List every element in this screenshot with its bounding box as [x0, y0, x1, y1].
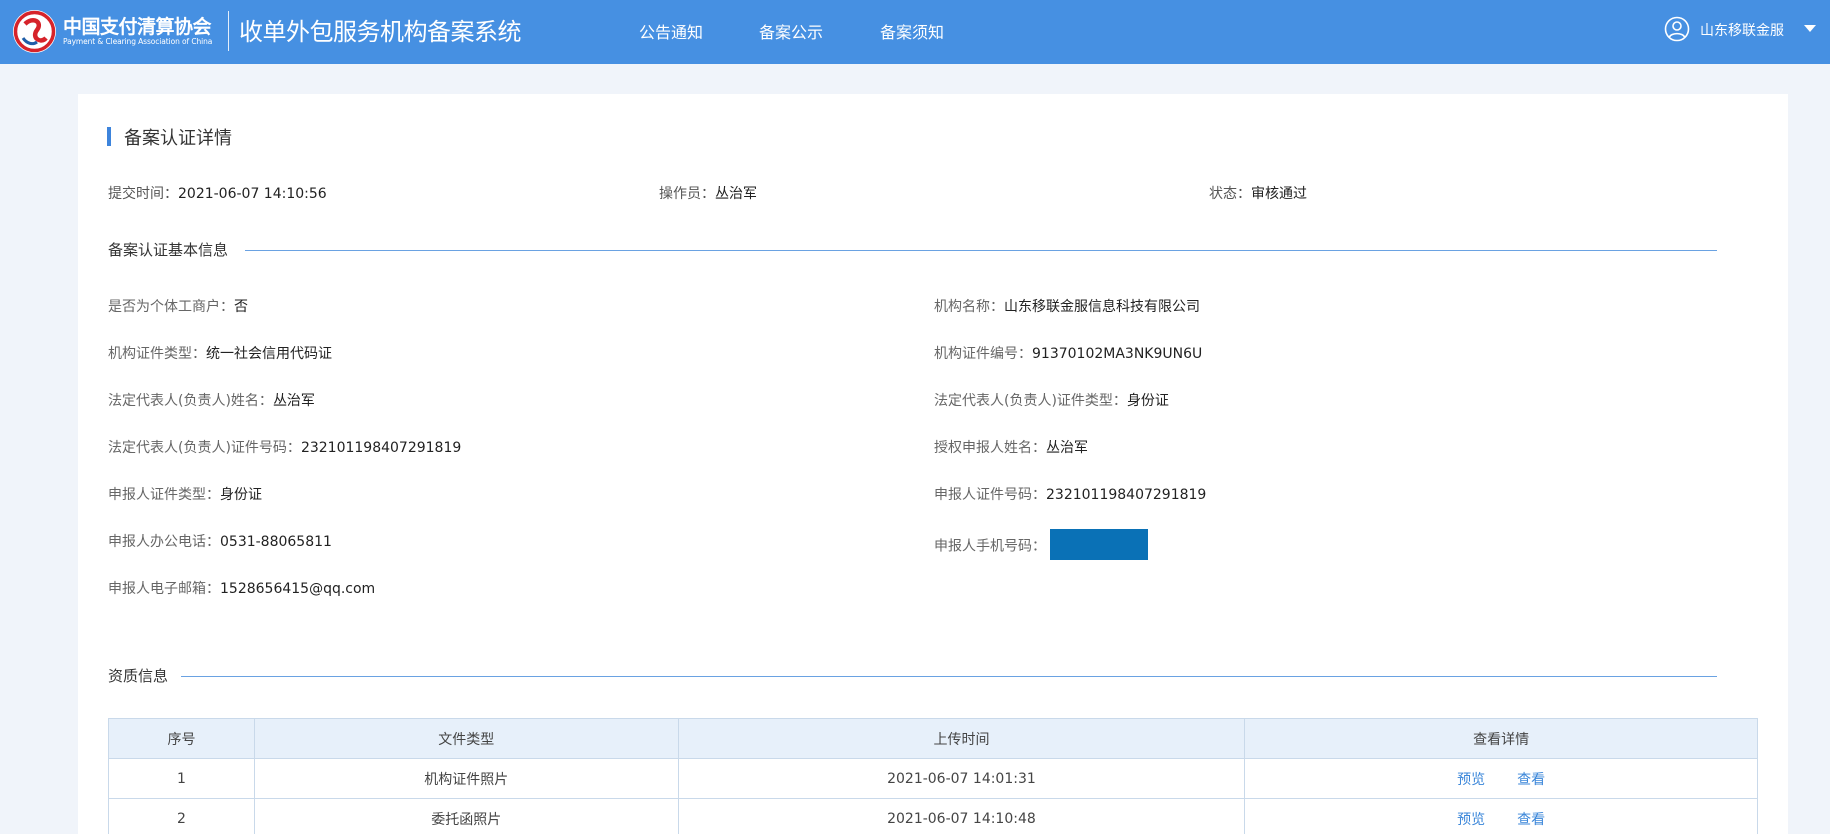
cell-no: 1: [108, 758, 255, 799]
preview-link[interactable]: 预览: [1457, 772, 1485, 788]
field-reporter-cert-no: 申报人证件号码：232101198407291819: [934, 484, 1206, 504]
field-label: 法定代表人(负责人)姓名：: [108, 393, 273, 409]
field-label: 申报人证件类型：: [108, 487, 220, 503]
field-value: 否: [234, 299, 248, 315]
nav-public-records[interactable]: 备案公示: [759, 19, 823, 43]
status-label: 状态：: [1209, 186, 1251, 202]
qualification-divider: [181, 676, 1717, 677]
field-label: 机构证件编号：: [934, 346, 1032, 362]
field-label: 申报人证件号码：: [934, 487, 1046, 503]
field-label: 申报人手机号码：: [934, 538, 1046, 555]
cell-actions: 预览 查看: [1244, 798, 1758, 834]
column-header-upload-time: 上传时间: [677, 718, 1246, 759]
field-value: 232101198407291819: [1046, 487, 1207, 503]
field-value: 身份证: [1126, 393, 1169, 409]
field-org-cert-type: 机构证件类型：统一社会信用代码证: [108, 343, 332, 363]
field-reporter-cert-type: 申报人证件类型：身份证: [108, 484, 262, 504]
header-divider: [228, 11, 229, 51]
field-legal-rep-name: 法定代表人(负责人)姓名：丛治军: [108, 390, 315, 410]
cell-type: 委托函照片: [253, 798, 679, 834]
field-value: 统一社会信用代码证: [206, 346, 332, 362]
nav-filing-guidelines[interactable]: 备案须知: [880, 19, 944, 43]
view-link[interactable]: 查看: [1517, 812, 1545, 828]
user-name[interactable]: 山东移联金服: [1700, 20, 1784, 40]
field-is-individual: 是否为个体工商户：否: [108, 296, 248, 316]
cell-time: 2021-06-07 14:10:48: [677, 798, 1246, 834]
user-avatar-icon[interactable]: [1664, 16, 1690, 42]
field-label: 申报人办公电话：: [108, 534, 220, 550]
field-label: 申报人电子邮箱：: [108, 581, 220, 597]
column-header-details: 查看详情: [1244, 718, 1758, 759]
qualification-title: 资质信息: [108, 667, 169, 685]
basic-info-title: 备案认证基本信息: [108, 241, 229, 259]
field-reporter-office-phone: 申报人办公电话：0531-88065811: [108, 531, 332, 551]
field-reporter-email: 申报人电子邮箱：1528656415@qq.com: [108, 578, 375, 598]
field-label: 法定代表人(负责人)证件类型：: [934, 393, 1127, 409]
table-header-row: 序号 文件类型 上传时间 查看详情: [108, 718, 1758, 759]
field-label: 授权申报人姓名：: [934, 440, 1046, 456]
field-value: 232101198407291819: [300, 440, 462, 456]
field-org-cert-no: 机构证件编号：91370102MA3NK9UN6U: [934, 343, 1202, 363]
field-reporter-mobile: 申报人手机号码：: [934, 529, 1148, 562]
operator-label: 操作员：: [659, 186, 715, 202]
field-value: 身份证: [220, 487, 262, 503]
page-title: 备案认证详情: [124, 128, 232, 149]
field-value: 91370102MA3NK9UN6U: [1032, 346, 1203, 362]
column-header-type: 文件类型: [253, 718, 679, 759]
table-row: 1 机构证件照片 2021-06-07 14:01:31 预览 查看: [108, 758, 1758, 799]
status: 状态：审核通过: [1209, 183, 1307, 203]
association-logo-icon[interactable]: [13, 10, 56, 53]
logo-text-cn: 中国支付清算协会: [63, 16, 212, 38]
column-header-no: 序号: [108, 718, 255, 759]
submit-time-label: 提交时间：: [108, 186, 178, 202]
field-authorized-reporter: 授权申报人姓名：丛治军: [934, 437, 1088, 457]
top-header: 中国支付清算协会 Payment & Clearing Association …: [0, 0, 1830, 64]
operator: 操作员：丛治军: [659, 183, 757, 203]
field-label: 机构名称：: [934, 299, 1004, 315]
field-legal-rep-cert-type: 法定代表人(负责人)证件类型：身份证: [934, 390, 1169, 410]
operator-value: 丛治军: [715, 186, 757, 202]
field-legal-rep-cert-no: 法定代表人(负责人)证件号码：232101198407291819: [108, 437, 461, 457]
redacted-block: [1050, 529, 1148, 560]
cell-no: 2: [108, 798, 255, 834]
system-title: 收单外包服务机构备案系统: [239, 18, 522, 46]
field-value: 山东移联金服信息科技有限公司: [1004, 299, 1200, 315]
status-value: 审核通过: [1251, 186, 1307, 202]
cell-type: 机构证件照片: [253, 758, 679, 799]
view-link[interactable]: 查看: [1517, 772, 1545, 788]
field-value: 丛治军: [1046, 440, 1088, 456]
submit-time-value: 2021-06-07 14:10:56: [178, 186, 327, 202]
field-org-name: 机构名称：山东移联金服信息科技有限公司: [934, 296, 1200, 316]
field-label: 机构证件类型：: [108, 346, 206, 362]
field-value: 0531-88065811: [220, 534, 332, 550]
cell-time: 2021-06-07 14:01:31: [677, 758, 1246, 799]
cell-actions: 预览 查看: [1244, 758, 1758, 799]
table-row: 2 委托函照片 2021-06-07 14:10:48 预览 查看: [108, 798, 1758, 834]
field-value: 1528656415@qq.com: [220, 581, 376, 597]
logo-text-en: Payment & Clearing Association of China: [63, 37, 213, 46]
basic-info-divider: [245, 250, 1717, 251]
chevron-down-icon[interactable]: [1804, 25, 1816, 32]
preview-link[interactable]: 预览: [1457, 812, 1485, 828]
nav-announcements[interactable]: 公告通知: [639, 19, 703, 43]
field-value: 丛治军: [272, 393, 315, 409]
field-label: 法定代表人(负责人)证件号码：: [108, 440, 301, 456]
qualification-table: 序号 文件类型 上传时间 查看详情 1 机构证件照片 2021-06-07 14…: [108, 718, 1758, 834]
field-label: 是否为个体工商户：: [108, 299, 234, 315]
submit-time: 提交时间：2021-06-07 14:10:56: [108, 183, 327, 203]
